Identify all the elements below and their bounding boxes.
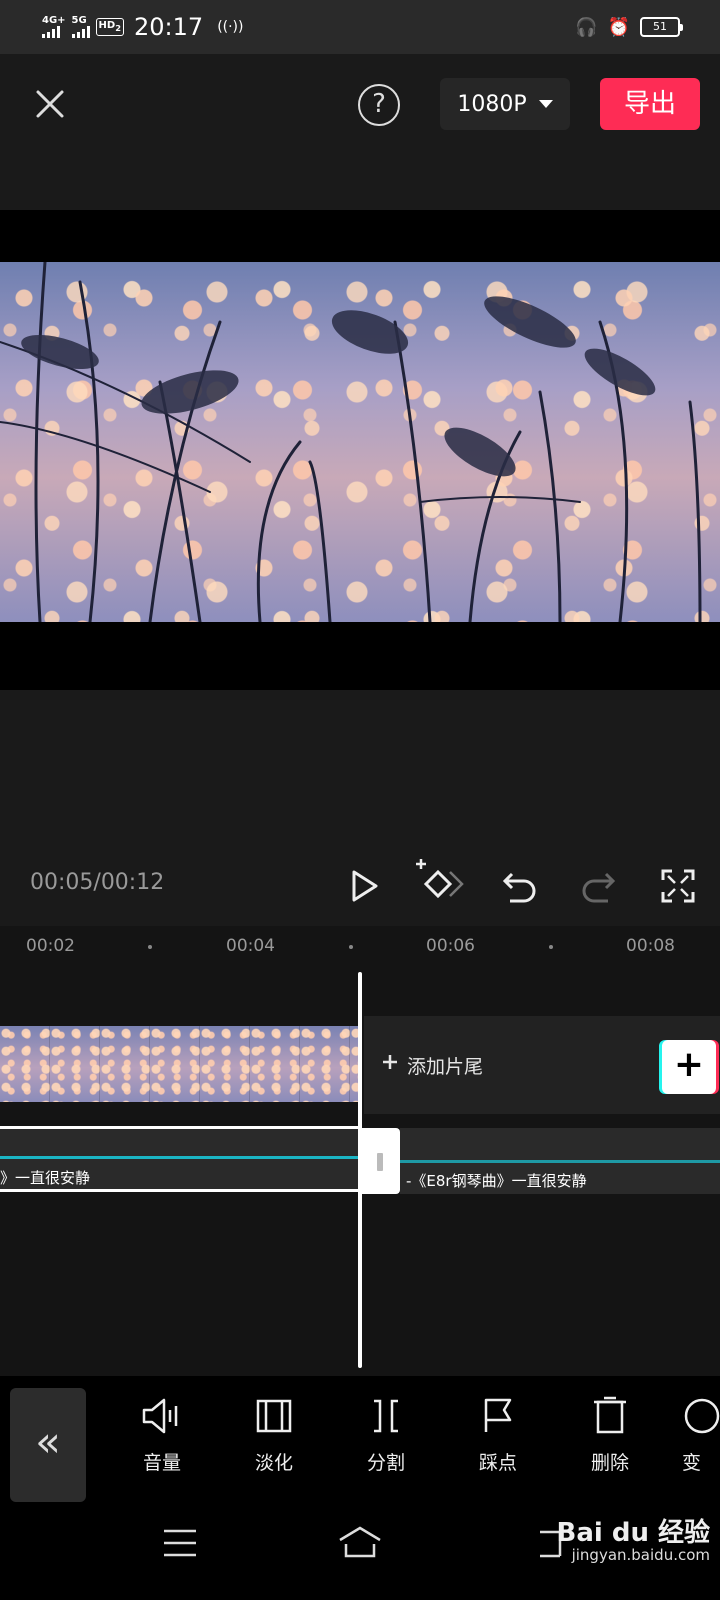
hd-voice-icon: HD2 — [95, 18, 125, 36]
export-button[interactable]: 导出 — [600, 78, 700, 130]
clip-thumbnail — [50, 1026, 100, 1102]
tool-fade[interactable]: 淡化 — [234, 1396, 314, 1475]
tick-dot — [549, 945, 553, 949]
system-nav-bar: Bai du 经验 jingyan.baidu.com — [0, 1502, 720, 1600]
help-button[interactable]: ? — [358, 84, 400, 126]
collapse-button[interactable]: « — [10, 1388, 86, 1502]
split-icon — [374, 1399, 398, 1433]
edit-toolbar: « 音量 淡化 分割 踩点 删除 变 — [0, 1376, 720, 1502]
beat-flag-icon — [484, 1398, 512, 1432]
trim-handle[interactable] — [362, 1128, 400, 1194]
resolution-dropdown[interactable]: 1080P — [440, 78, 570, 130]
tick-label: 00:04 — [226, 936, 275, 956]
tool-split[interactable]: 分割 — [346, 1396, 426, 1475]
battery-icon: 51 — [640, 17, 683, 37]
clip-thumbnail — [250, 1026, 300, 1102]
status-bar: 4G+ 5G HD2 20:17 ((·)) 🎧 ⏰ 51 — [0, 0, 720, 54]
menu-icon[interactable] — [162, 1528, 198, 1562]
baidu-logo: Bai du 经验 — [556, 1518, 711, 1548]
clip-thumbnail — [200, 1026, 250, 1102]
tick-label: 00:06 — [426, 936, 475, 956]
timecode: 00:05/00:12 — [30, 870, 165, 895]
speed-icon — [684, 1398, 720, 1434]
tool-speed[interactable]: 变 — [682, 1396, 720, 1475]
fullscreen-icon[interactable] — [658, 866, 698, 906]
time-ruler[interactable]: 00:02 00:04 00:06 00:08 — [0, 926, 720, 968]
close-icon[interactable] — [30, 84, 70, 124]
playhead[interactable] — [358, 972, 362, 1368]
tick-dot — [349, 945, 353, 949]
timeline[interactable]: 添加片尾 + 》一直很安静 -《E8r钢琴曲》一直很安静 — [0, 968, 720, 1376]
nfc-icon: ((·)) — [217, 19, 244, 35]
signal-5g: 5G — [71, 16, 90, 38]
clip-thumbnail — [0, 1026, 50, 1102]
watermark: Bai du 经验 jingyan.baidu.com — [556, 1518, 711, 1566]
keyframe-add-icon[interactable] — [414, 858, 466, 908]
editor-header: ? 1080P 导出 — [0, 54, 720, 210]
tick-dot — [148, 945, 152, 949]
add-ending-label[interactable]: 添加片尾 — [407, 1052, 483, 1079]
fade-icon — [256, 1399, 292, 1433]
tool-beat[interactable]: 踩点 — [458, 1396, 538, 1475]
tick-label: 00:02 — [26, 936, 75, 956]
delete-icon — [594, 1396, 626, 1434]
redo-icon[interactable] — [578, 866, 618, 906]
volume-icon — [142, 1398, 178, 1434]
playback-controls: 00:05/00:12 — [0, 690, 720, 926]
caret-down-icon — [538, 100, 553, 108]
video-preview[interactable] — [0, 210, 720, 690]
clock: 20:17 — [134, 13, 204, 41]
audio-clip-title: 》一直很安静 — [0, 1169, 91, 1187]
audio-waveform — [0, 1156, 360, 1159]
plus-icon — [380, 1052, 400, 1076]
headphone-icon: 🎧 — [575, 16, 598, 38]
alarm-icon: ⏰ — [607, 16, 630, 38]
audio-clip-title: -《E8r钢琴曲》一直很安静 — [406, 1172, 587, 1190]
add-clip-button[interactable]: + — [662, 1040, 716, 1094]
tick-label: 00:08 — [626, 936, 675, 956]
play-icon[interactable] — [344, 866, 384, 906]
video-clip[interactable] — [0, 1026, 358, 1102]
tool-volume[interactable]: 音量 — [122, 1396, 202, 1475]
clip-thumbnail — [350, 1026, 358, 1102]
home-icon[interactable] — [336, 1524, 384, 1564]
signal-4g: 4G+ — [42, 16, 66, 38]
undo-icon[interactable] — [500, 866, 540, 906]
video-frame — [0, 262, 720, 622]
watermark-url: jingyan.baidu.com — [571, 1546, 710, 1564]
audio-clip-selected[interactable]: 》一直很安静 — [0, 1126, 362, 1192]
audio-waveform — [400, 1160, 720, 1163]
clip-thumbnail — [100, 1026, 150, 1102]
clip-thumbnail — [150, 1026, 200, 1102]
clip-thumbnail — [300, 1026, 350, 1102]
resolution-value: 1080P — [457, 91, 527, 117]
tool-delete[interactable]: 删除 — [570, 1396, 650, 1475]
audio-clip[interactable]: -《E8r钢琴曲》一直很安静 — [400, 1128, 720, 1194]
